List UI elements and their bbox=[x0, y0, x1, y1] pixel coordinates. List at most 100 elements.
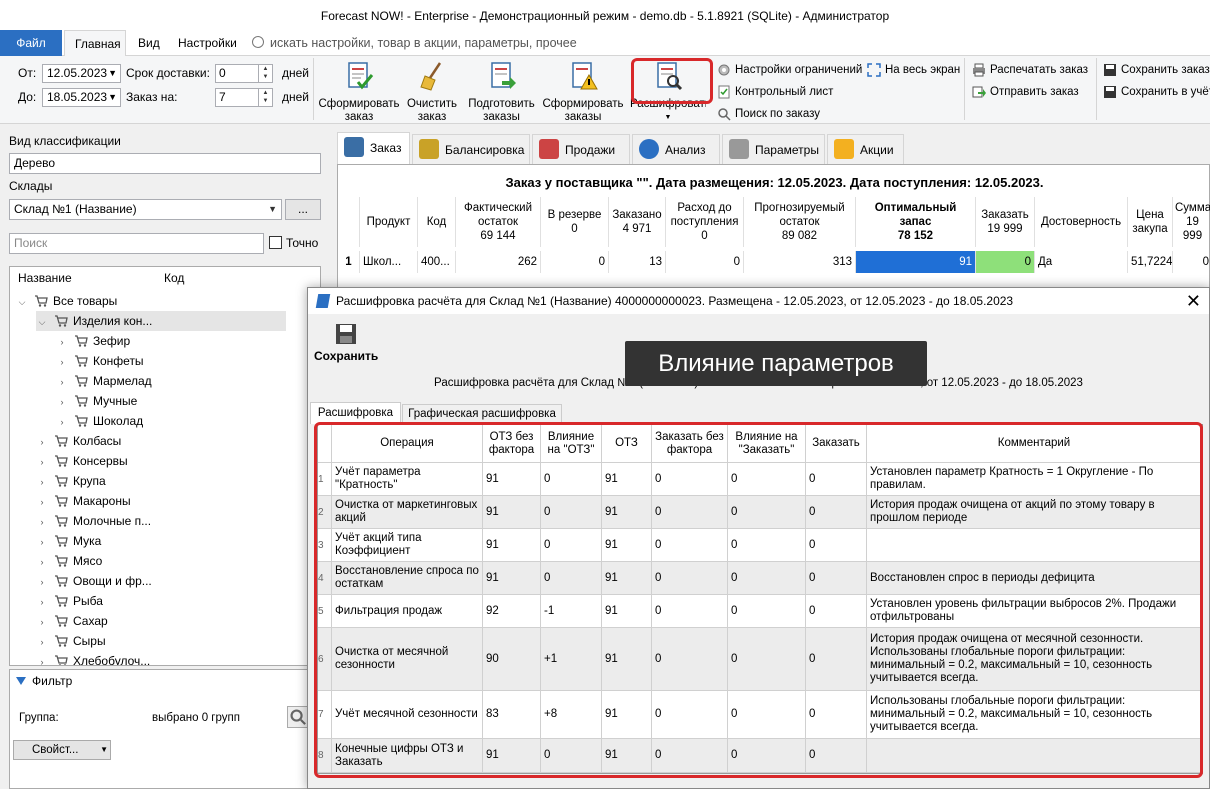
form-orders-button[interactable]: Сформировать заказы bbox=[542, 56, 624, 124]
tree-item[interactable]: ⌵ Изделия кон... bbox=[36, 311, 286, 331]
prepare-orders-button[interactable]: Подготовить заказы bbox=[464, 56, 539, 124]
tab-pie-chart[interactable]: Анализ bbox=[632, 134, 720, 164]
grid-cell[interactable]: 0 bbox=[1173, 251, 1210, 273]
tree-item[interactable]: › Шоколад bbox=[56, 411, 144, 432]
tab-star[interactable]: Акции bbox=[827, 134, 904, 164]
browse-button[interactable]: ... bbox=[285, 199, 321, 220]
warehouse-select[interactable]: Склад №1 (Название) ▼ bbox=[9, 199, 282, 220]
grid-header[interactable]: Оптимальный запас 78 152 bbox=[856, 197, 976, 247]
filter-header[interactable]: Фильтр bbox=[16, 674, 72, 688]
tree-item[interactable]: › Мясо bbox=[36, 551, 103, 572]
grid-header[interactable]: Сумма 19 999 bbox=[1173, 197, 1210, 247]
grid-cell[interactable]: 0 bbox=[541, 251, 609, 273]
save-order-button[interactable]: Сохранить заказ bbox=[1103, 60, 1210, 80]
tab-view[interactable]: Вид bbox=[128, 30, 170, 56]
grid-cell[interactable]: 262 bbox=[456, 251, 541, 273]
tree-item[interactable]: › Молочные п... bbox=[36, 511, 152, 532]
chevron-right-icon[interactable]: › bbox=[56, 412, 68, 432]
tree-item[interactable]: › Мармелад bbox=[56, 371, 152, 391]
chevron-right-icon[interactable]: › bbox=[36, 432, 48, 452]
checklist-button[interactable]: Контрольный лист bbox=[717, 82, 833, 102]
limits-settings-button[interactable]: Настройки ограничений bbox=[717, 60, 862, 80]
tree-item[interactable]: › Сахар bbox=[36, 611, 108, 631]
tab-decode[interactable]: Расшифровка bbox=[310, 402, 401, 424]
print-order-button[interactable]: Распечатать заказ bbox=[972, 60, 1088, 80]
tree-item[interactable]: › Рыба bbox=[36, 591, 103, 611]
chevron-right-icon[interactable]: › bbox=[36, 572, 48, 592]
form-order-button[interactable]: Сформировать заказ bbox=[318, 56, 400, 124]
to-date-input[interactable]: 18.05.2023 ▼ bbox=[42, 88, 121, 107]
chevron-right-icon[interactable]: › bbox=[56, 372, 68, 392]
from-date-input[interactable]: 12.05.2023 ▼ bbox=[42, 64, 121, 83]
order-days-input[interactable]: 7 ▲ ▼ bbox=[215, 88, 273, 107]
col-name-header[interactable]: Название bbox=[18, 271, 72, 285]
grid-cell[interactable]: 1 bbox=[338, 251, 360, 273]
chevron-right-icon[interactable]: › bbox=[36, 452, 48, 472]
tree-item[interactable]: › Крупа bbox=[36, 471, 106, 491]
chevron-right-icon[interactable]: › bbox=[56, 332, 68, 352]
search-order-button[interactable]: Поиск по заказу bbox=[717, 104, 820, 124]
tree-item[interactable]: › Макароны bbox=[36, 491, 131, 511]
tab-home[interactable]: Главная bbox=[64, 30, 126, 57]
tab-cubes[interactable]: Продажи bbox=[532, 134, 630, 164]
chevron-down-icon[interactable]: ⌵ bbox=[36, 312, 48, 332]
grid-header[interactable]: В резерве 0 bbox=[541, 197, 609, 247]
grid-header[interactable]: Код bbox=[418, 197, 456, 247]
chevron-right-icon[interactable]: › bbox=[56, 392, 68, 412]
tree-item[interactable]: › Сыры bbox=[36, 631, 106, 651]
grid-cell[interactable]: 51,7224 bbox=[1128, 251, 1173, 273]
grid-header[interactable]: Достоверность bbox=[1035, 197, 1128, 247]
spin-buttons[interactable]: ▲ ▼ bbox=[258, 89, 272, 106]
grid-header[interactable]: Прогнозируемый остаток 89 082 bbox=[744, 197, 856, 247]
tab-settings[interactable]: Настройки bbox=[168, 30, 247, 56]
tree-item[interactable]: › Колбасы bbox=[36, 431, 122, 452]
chevron-right-icon[interactable]: › bbox=[36, 472, 48, 492]
chevron-right-icon[interactable]: › bbox=[36, 512, 48, 532]
chevron-right-icon[interactable]: › bbox=[36, 492, 48, 512]
chevron-right-icon[interactable]: › bbox=[56, 352, 68, 372]
grid-header[interactable]: Заказать 19 999 bbox=[976, 197, 1035, 247]
close-icon[interactable]: ✕ bbox=[1186, 288, 1201, 314]
tree-item[interactable]: › Зефир bbox=[56, 331, 131, 352]
grid-cell[interactable]: Школ... bbox=[360, 251, 418, 273]
grid-cell[interactable]: 0 bbox=[976, 251, 1035, 273]
tree-search-input[interactable]: Поиск bbox=[9, 233, 264, 254]
spin-buttons[interactable]: ▲ ▼ bbox=[258, 65, 272, 82]
group-search-button[interactable] bbox=[287, 706, 309, 728]
grid-cell[interactable]: 91 bbox=[856, 251, 976, 273]
send-order-button[interactable]: Отправить заказ bbox=[972, 82, 1079, 102]
exact-checkbox[interactable] bbox=[269, 236, 282, 249]
tree-item[interactable]: › Мука bbox=[36, 531, 102, 551]
tab-gear[interactable]: Параметры bbox=[722, 134, 825, 164]
grid-cell[interactable]: Да bbox=[1035, 251, 1128, 273]
clear-order-button[interactable]: Очистить заказ bbox=[403, 56, 461, 124]
tree-item[interactable]: › Конфеты bbox=[56, 351, 144, 371]
grid-cell[interactable]: 13 bbox=[609, 251, 666, 273]
tree-item[interactable]: ⌵ Все товары bbox=[16, 291, 118, 312]
tree-item[interactable]: › Консервы bbox=[36, 451, 128, 471]
tab-graphic-decode[interactable]: Графическая расшифровка bbox=[402, 404, 562, 424]
grid-cell[interactable]: 0 bbox=[666, 251, 744, 273]
tab-file[interactable]: Файл bbox=[0, 30, 62, 56]
grid-header[interactable]: Заказано 4 971 bbox=[609, 197, 666, 247]
tree-item[interactable]: › Хлебобулоч... bbox=[36, 651, 150, 665]
grid-header[interactable]: Фактический остаток 69 144 bbox=[456, 197, 541, 247]
chevron-right-icon[interactable]: › bbox=[36, 592, 48, 612]
grid-header[interactable] bbox=[338, 197, 360, 247]
dialog-save-button[interactable]: Сохранить bbox=[314, 322, 378, 363]
grid-cell[interactable]: 400... bbox=[418, 251, 456, 273]
chevron-right-icon[interactable]: › bbox=[36, 632, 48, 652]
grid-cell[interactable]: 313 bbox=[744, 251, 856, 273]
chevron-down-icon[interactable]: ⌵ bbox=[16, 292, 28, 312]
classification-select[interactable]: Дерево bbox=[9, 153, 321, 174]
chevron-right-icon[interactable]: › bbox=[36, 612, 48, 632]
tab-scales[interactable]: Балансировка bbox=[412, 134, 530, 164]
properties-button[interactable]: Свойст... ▼ bbox=[13, 740, 111, 760]
col-code-header[interactable]: Код bbox=[164, 267, 184, 289]
save-to-account-button[interactable]: Сохранить в учёт bbox=[1103, 82, 1210, 102]
chevron-right-icon[interactable]: › bbox=[36, 652, 48, 665]
grid-header[interactable]: Расход до поступления 0 bbox=[666, 197, 744, 247]
tab-document[interactable]: Заказ bbox=[337, 132, 410, 165]
tree-item[interactable]: › Мучные bbox=[56, 391, 138, 412]
chevron-right-icon[interactable]: › bbox=[36, 552, 48, 572]
